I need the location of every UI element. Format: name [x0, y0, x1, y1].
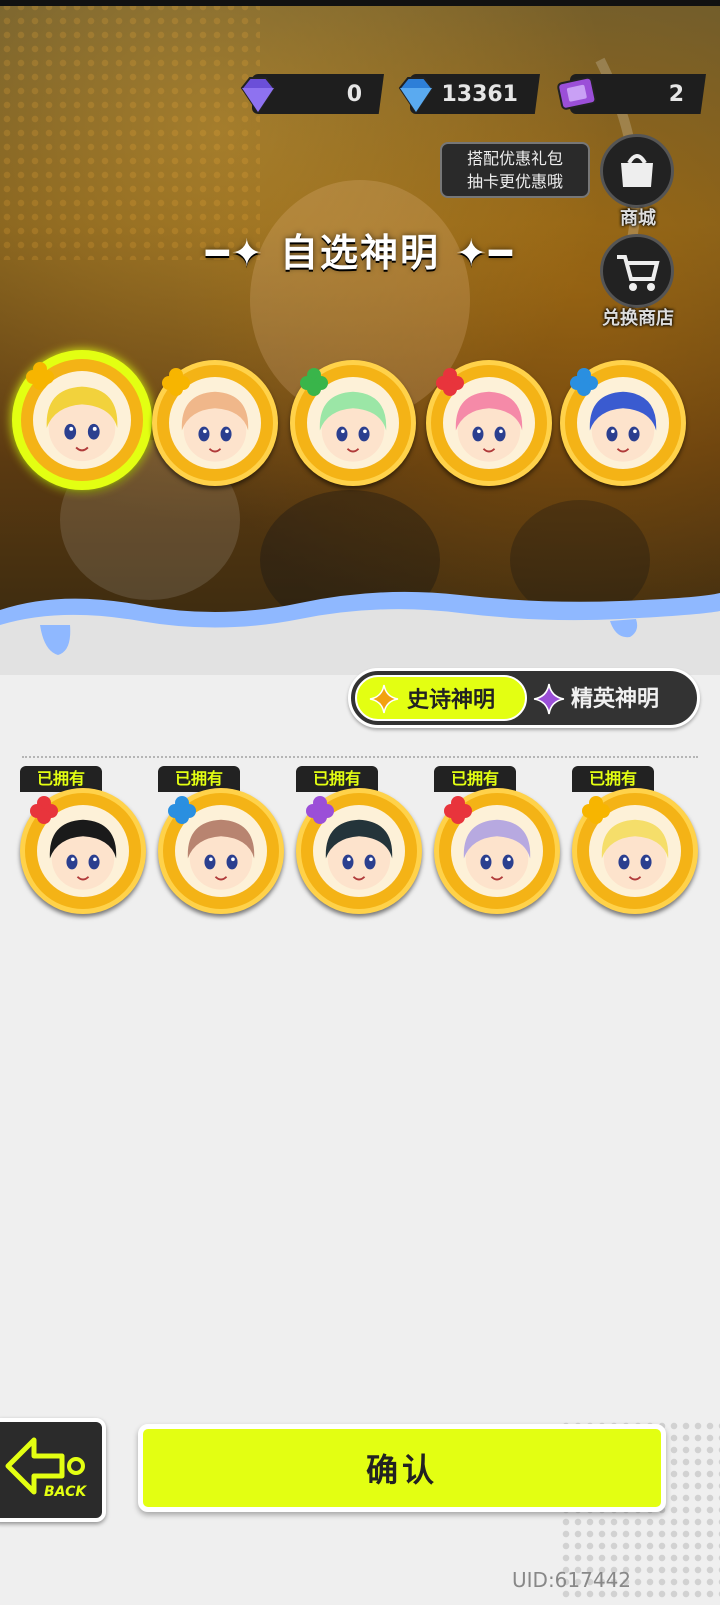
tab-epic-label: 史诗神明: [407, 688, 496, 713]
element-flower-icon: [30, 796, 58, 824]
ticket-icon: [557, 76, 597, 110]
back-button[interactable]: BACK: [0, 1418, 106, 1522]
purple-diamond-icon: [240, 77, 276, 114]
title-deco-left: ━✦: [206, 231, 280, 275]
promo-line-2: 抽卡更优惠哦: [466, 172, 563, 191]
mall-button[interactable]: [600, 134, 674, 208]
promo-line-1: 搭配优惠礼包: [466, 149, 563, 168]
title-text: 自选神明: [279, 231, 440, 275]
rarity-toggle: 史诗神明 精英神明: [348, 668, 700, 728]
shop-icon: [621, 154, 653, 187]
element-flower-icon: [162, 368, 190, 396]
currency-value: 2: [668, 81, 684, 107]
tab-epic[interactable]: 史诗神明: [355, 675, 527, 721]
element-flower-icon: [582, 796, 610, 824]
element-flower-icon: [436, 368, 464, 396]
element-flower-icon: [306, 796, 334, 824]
owned-owned-2[interactable]: 已拥有: [158, 766, 286, 916]
owned-avatar: [296, 788, 422, 914]
confirm-button[interactable]: 确认: [138, 1424, 666, 1512]
owned-owned-5[interactable]: 已拥有: [572, 766, 700, 916]
owned-avatar: [434, 788, 560, 914]
selectable-god-3[interactable]: [290, 360, 416, 486]
confirm-label: 确认: [365, 1451, 438, 1489]
dotted-divider: [22, 756, 698, 758]
element-flower-icon: [444, 796, 472, 824]
selectable-god-2[interactable]: [152, 360, 278, 486]
currency-value: 0: [346, 81, 362, 107]
currency-value: 13361: [441, 81, 518, 107]
blue-diamond-icon: [398, 77, 434, 114]
star-purple-icon: [533, 683, 565, 715]
wave-divider: [0, 591, 720, 675]
element-flower-icon: [26, 362, 54, 390]
tab-elite[interactable]: 精英神明: [571, 677, 659, 723]
star-gold-icon: [369, 684, 399, 714]
selectable-god-1[interactable]: [12, 350, 152, 490]
exchange-shop-label: 兑换商店: [602, 308, 674, 329]
owned-avatar: [572, 788, 698, 914]
back-label: BACK: [44, 1484, 87, 1500]
status-bar: [0, 0, 720, 6]
element-flower-icon: [570, 368, 598, 396]
element-flower-icon: [300, 368, 328, 396]
selectable-god-5[interactable]: [560, 360, 686, 486]
owned-avatar: [20, 788, 146, 914]
element-flower-icon: [168, 796, 196, 824]
page-title: ━✦ 自选神明 ✦━: [0, 222, 720, 277]
uid-text: UID:617442: [512, 1568, 632, 1592]
owned-avatar: [158, 788, 284, 914]
title-deco-right: ✦━: [440, 231, 514, 275]
owned-owned-1[interactable]: 已拥有: [20, 766, 148, 916]
owned-owned-4[interactable]: 已拥有: [434, 766, 562, 916]
owned-owned-3[interactable]: 已拥有: [296, 766, 424, 916]
selectable-god-4[interactable]: [426, 360, 552, 486]
promo-tip[interactable]: 搭配优惠礼包 抽卡更优惠哦: [440, 142, 590, 198]
